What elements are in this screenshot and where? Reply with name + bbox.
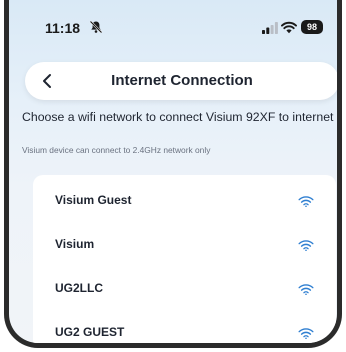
network-item-ug2-guest[interactable]: UG2 GUEST bbox=[33, 311, 336, 343]
bell-slash-icon bbox=[89, 20, 103, 34]
battery-indicator: 98 bbox=[301, 20, 323, 34]
wifi-icon bbox=[281, 21, 297, 34]
network-name: Visium bbox=[55, 237, 95, 251]
network-name: Visium Guest bbox=[55, 193, 132, 207]
network-name: UG2 GUEST bbox=[55, 325, 125, 339]
phone-frame: 11:18 98 Internet Connection Choose a wi… bbox=[0, 0, 346, 352]
wifi-icon bbox=[298, 284, 314, 295]
cellular-signal-icon bbox=[262, 22, 278, 34]
phone-screen: 11:18 98 Internet Connection Choose a wi… bbox=[4, 0, 342, 348]
network-item-visium[interactable]: Visium bbox=[33, 223, 336, 267]
instruction-subtext: Visium device can connect to 2.4GHz netw… bbox=[22, 145, 211, 155]
status-bar: 11:18 98 bbox=[9, 0, 337, 54]
header-bar: Internet Connection bbox=[25, 62, 337, 100]
network-list: Visium Guest Visium UG2LLC UG2 GUEST bbox=[33, 175, 336, 343]
wifi-icon bbox=[298, 328, 314, 339]
network-item-visium-guest[interactable]: Visium Guest bbox=[33, 179, 336, 223]
page-title: Internet Connection bbox=[111, 72, 253, 89]
wifi-icon bbox=[298, 196, 314, 207]
wifi-icon bbox=[298, 240, 314, 251]
instruction-text: Choose a wifi network to connect Visium … bbox=[22, 110, 334, 124]
status-time: 11:18 bbox=[45, 20, 81, 36]
network-item-ug2llc[interactable]: UG2LLC bbox=[33, 267, 336, 311]
network-name: UG2LLC bbox=[55, 281, 103, 295]
